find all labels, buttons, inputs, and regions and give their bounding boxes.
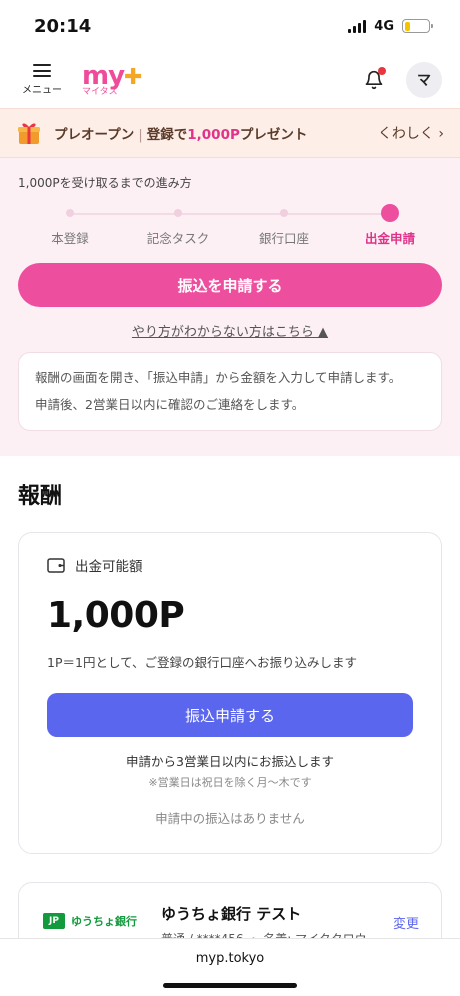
business-days-note: ※営業日は祝日を除く月〜木です: [148, 776, 312, 789]
gift-icon: [18, 123, 40, 144]
schedule-note: 申請から3営業日以内にお振込します: [126, 754, 334, 769]
app-logo[interactable]: my✚ マイタス: [82, 63, 143, 97]
step-withdrawal-request: 出金申請: [340, 204, 440, 247]
wallet-icon: [47, 558, 65, 573]
menu-label: メニュー: [22, 85, 62, 96]
withdrawable-card: 出金可能額 1,000P 1P＝1円として、ご登録の銀行口座へお振り込みします …: [18, 532, 442, 854]
logo-subtext: マイタス: [82, 87, 118, 97]
pending-status: 申請中の振込はありません: [155, 811, 305, 826]
steps-title: 1,000Pを受け取るまでの進み方: [18, 176, 192, 190]
promo-text: プレオープン | 登録で1,000Pプレゼント: [54, 127, 308, 143]
bank-name: ゆうちょ銀行 テスト: [161, 905, 302, 923]
progress-panel: 1,000Pを受け取るまでの進み方 本登録 記念タスク 銀行口座 出金申請 振込…: [0, 158, 460, 456]
status-indicators: 4G: [348, 18, 433, 34]
network-type: 4G: [374, 18, 394, 34]
instructions-box: 報酬の画面を開き、「振込申請」から金額を入力して申請します。 申請後、2営業日以…: [18, 352, 442, 431]
notification-badge: [378, 67, 386, 75]
avatar[interactable]: マ: [406, 62, 442, 98]
instruction-line: 申請後、2営業日以内に確認のご連絡をします。: [35, 397, 305, 413]
url-text: myp.tokyo: [195, 951, 265, 966]
browser-url-bar[interactable]: myp.tokyo: [0, 938, 460, 996]
home-indicator[interactable]: [163, 983, 297, 988]
battery-icon: [402, 19, 433, 33]
plus-icon: ✚: [124, 65, 142, 90]
signal-icon: [348, 19, 367, 33]
jp-post-icon: JP: [43, 913, 65, 929]
apply-transfer-button[interactable]: 振込を申請する: [18, 263, 442, 307]
status-time: 20:14: [34, 15, 92, 37]
help-link[interactable]: やり方がわからない方はこちら ▲: [18, 321, 442, 340]
step-bank-account: 銀行口座: [234, 205, 334, 247]
withdrawable-label: 出金可能額: [75, 559, 143, 575]
bank-logo: JP ゆうちょ銀行: [43, 913, 147, 929]
step-commemorative-task: 記念タスク: [128, 205, 228, 247]
stepper: 本登録 記念タスク 銀行口座 出金申請: [18, 204, 442, 255]
hamburger-icon: [33, 64, 51, 77]
app-header: メニュー my✚ マイタス マ: [0, 52, 460, 108]
instruction-line: 報酬の画面を開き、「振込申請」から金額を入力して申請します。: [35, 370, 402, 385]
rewards-title: 報酬: [18, 484, 63, 509]
status-bar: 20:14 4G: [0, 0, 460, 52]
promo-details-link[interactable]: くわしく ›: [378, 123, 444, 143]
notification-button[interactable]: [356, 62, 392, 98]
change-bank-link[interactable]: 変更: [393, 913, 419, 932]
menu-button[interactable]: メニュー: [18, 64, 66, 96]
step-registration: 本登録: [20, 205, 120, 247]
withdrawable-amount: 1,000P: [47, 595, 185, 636]
conversion-note: 1P＝1円として、ご登録の銀行口座へお振り込みします: [47, 655, 357, 670]
request-transfer-button[interactable]: 振込申請する: [47, 693, 413, 737]
promo-banner[interactable]: プレオープン | 登録で1,000Pプレゼント くわしく ›: [0, 108, 460, 158]
